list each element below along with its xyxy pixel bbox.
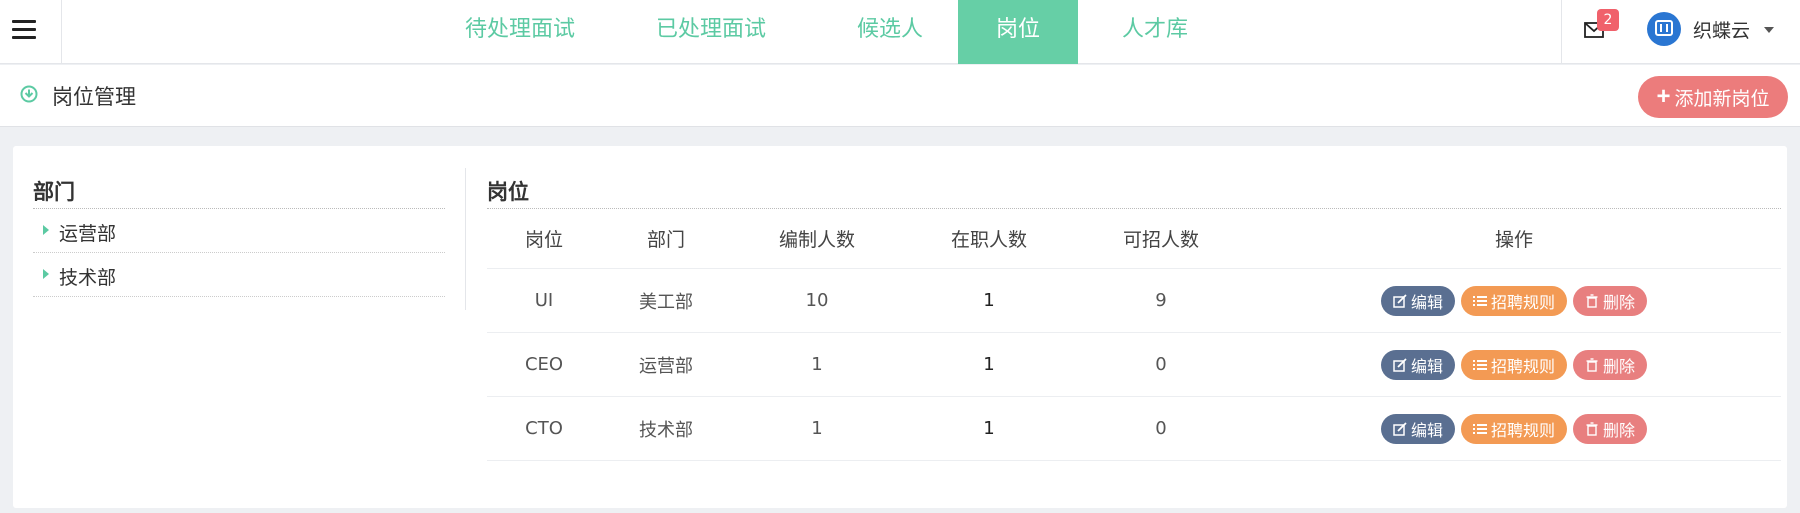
department-label: 运营部: [59, 223, 117, 245]
plus-icon: +: [1656, 83, 1671, 110]
quota-cell: 1: [811, 354, 823, 375]
edit-label: 编辑: [1410, 422, 1443, 440]
add-position-label: 添加新岗位: [1674, 88, 1770, 110]
department-cell: 技术部: [639, 419, 693, 441]
employed-cell: 1: [983, 290, 995, 311]
edit-icon: [1393, 293, 1407, 308]
department-heading: 部门: [33, 180, 75, 204]
column-header: 可招人数: [1122, 229, 1199, 251]
edit-icon: [1393, 357, 1407, 372]
arrow-circle-down-icon: [20, 85, 38, 103]
delete-button[interactable]: 删除: [1573, 285, 1648, 316]
page-header: 岗位管理 + 添加新岗位: [0, 65, 1800, 127]
department-label: 技术部: [59, 267, 117, 289]
user-name[interactable]: 织蝶云: [1693, 16, 1750, 43]
recruit-rules-button[interactable]: 招聘规则: [1460, 349, 1567, 380]
quota-cell: 10: [805, 290, 829, 311]
avatar[interactable]: [1647, 12, 1681, 46]
open-cell: 0: [1155, 418, 1167, 439]
nav-separator: [1561, 0, 1562, 64]
caret-right-icon: [43, 269, 49, 279]
positions-table: 岗位 部门 编制人数 在职人数 可招人数 操作 UI 美工部 10 1 9 编辑: [487, 209, 1781, 461]
menu-icon[interactable]: [0, 0, 62, 64]
trash-icon: [1586, 293, 1598, 308]
trash-icon: [1586, 357, 1598, 372]
content-panel: 部门 运营部 技术部 岗位 岗位 部门 编制人数 在职人数 可招人数 操作 UI…: [13, 146, 1787, 508]
department-item[interactable]: 运营部: [33, 209, 445, 253]
recruit-rules-button[interactable]: 招聘规则: [1460, 413, 1567, 444]
column-header: 操作: [1494, 229, 1533, 251]
recruit-rules-label: 招聘规则: [1490, 358, 1555, 376]
open-cell: 9: [1155, 290, 1167, 311]
tab-processed-interviews[interactable]: 已处理面试: [600, 0, 822, 64]
employed-cell: 1: [983, 354, 995, 375]
chevron-down-icon[interactable]: [1764, 27, 1774, 33]
delete-button[interactable]: 删除: [1573, 413, 1648, 444]
column-header: 在职人数: [950, 229, 1027, 251]
delete-label: 删除: [1603, 358, 1636, 376]
tab-pending-interviews[interactable]: 待处理面试: [440, 0, 600, 64]
trash-icon: [1586, 421, 1598, 436]
tab-talent-pool[interactable]: 人才库: [1078, 0, 1232, 64]
department-cell: 运营部: [639, 355, 693, 377]
actions-cell: 编辑 招聘规则 删除: [1247, 397, 1781, 460]
position-heading: 岗位: [487, 180, 529, 204]
mail-count-badge: 2: [1597, 9, 1619, 31]
delete-label: 删除: [1603, 294, 1636, 312]
column-divider: [465, 168, 466, 310]
open-cell: 0: [1155, 354, 1167, 375]
edit-button[interactable]: 编辑: [1380, 349, 1455, 380]
position-cell: UI: [534, 290, 554, 311]
table-row: CTO 技术部 1 1 0 编辑 招聘规则 删除: [487, 397, 1781, 461]
table-row: CEO 运营部 1 1 0 编辑 招聘规则 删除: [487, 333, 1781, 397]
edit-icon: [1393, 421, 1407, 436]
top-nav-bar: 待处理面试 已处理面试 候选人 岗位 人才库 2 织蝶云: [0, 0, 1800, 64]
delete-button[interactable]: 删除: [1573, 349, 1648, 380]
edit-button[interactable]: 编辑: [1380, 285, 1455, 316]
department-item[interactable]: 技术部: [33, 253, 445, 297]
logo-icon: [1655, 20, 1673, 36]
position-cell: CTO: [525, 418, 563, 439]
position-cell: CEO: [524, 354, 564, 375]
recruit-rules-label: 招聘规则: [1490, 294, 1555, 312]
delete-label: 删除: [1603, 422, 1636, 440]
column-header: 部门: [646, 229, 685, 251]
tab-positions[interactable]: 岗位: [958, 0, 1078, 64]
caret-right-icon: [43, 225, 49, 235]
actions-cell: 编辑 招聘规则 删除: [1247, 269, 1781, 332]
department-cell: 美工部: [639, 291, 693, 313]
actions-cell: 编辑 招聘规则 删除: [1247, 333, 1781, 396]
list-icon: [1472, 423, 1487, 434]
quota-cell: 1: [811, 418, 823, 439]
list-icon: [1472, 359, 1487, 370]
table-header: 岗位 部门 编制人数 在职人数 可招人数 操作: [487, 209, 1781, 269]
edit-label: 编辑: [1410, 294, 1443, 312]
recruit-rules-button[interactable]: 招聘规则: [1460, 285, 1567, 316]
main-tabs: 待处理面试 已处理面试 候选人 岗位 人才库: [440, 0, 1232, 64]
edit-button[interactable]: 编辑: [1380, 413, 1455, 444]
column-header: 编制人数: [778, 229, 855, 251]
tab-candidates[interactable]: 候选人: [822, 0, 958, 64]
add-position-button[interactable]: + 添加新岗位: [1638, 76, 1788, 118]
page-title: 岗位管理: [52, 85, 136, 109]
employed-cell: 1: [983, 418, 995, 439]
table-row: UI 美工部 10 1 9 编辑 招聘规则 删除: [487, 269, 1781, 333]
edit-label: 编辑: [1410, 358, 1443, 376]
recruit-rules-label: 招聘规则: [1490, 422, 1555, 440]
list-icon: [1472, 295, 1487, 306]
column-header: 岗位: [524, 229, 563, 251]
